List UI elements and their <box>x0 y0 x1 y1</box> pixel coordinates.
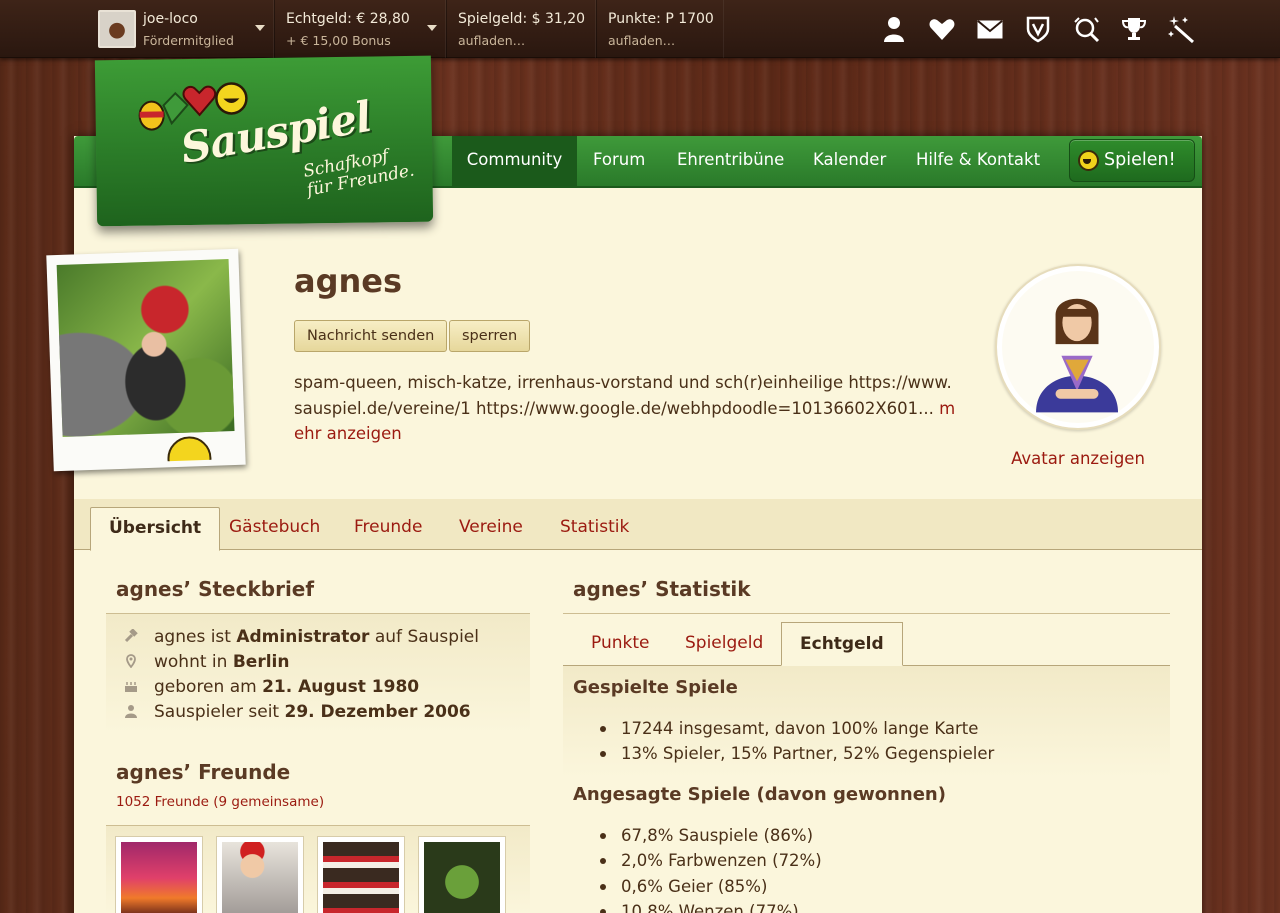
friend-thumb[interactable] <box>317 836 405 913</box>
info-member-pre: Sauspieler seit <box>154 702 285 722</box>
vip-badge-icon[interactable] <box>1014 6 1062 52</box>
punkte-topup-link[interactable]: aufladen… <box>608 33 675 48</box>
magic-wand-icon[interactable] <box>1158 6 1206 52</box>
spielgeld-menu[interactable]: Spielgeld: $ 31,20 aufladen… <box>446 0 596 58</box>
logo-subtitle: Schafkopf für Freunde. <box>302 143 416 200</box>
spielgeld-topup-link[interactable]: aufladen… <box>458 33 525 48</box>
play-button[interactable]: Spielen! <box>1069 139 1195 182</box>
info-location-pre: wohnt in <box>154 652 233 672</box>
user-status: Fördermitglied <box>143 33 234 48</box>
profile-photo[interactable] <box>46 248 246 472</box>
info-role-pre: agnes ist <box>154 627 237 647</box>
list-item: 67,8% Sauspiele (86%) <box>573 823 822 848</box>
announced-list: 67,8% Sauspiele (86%) 2,0% Farbwenzen (7… <box>573 823 822 913</box>
spielgeld-balance: Spielgeld: $ 31,20 <box>458 11 586 27</box>
tab-uebersicht[interactable]: Übersicht <box>90 507 221 551</box>
search-glass-icon[interactable] <box>1062 6 1110 52</box>
friend-thumb-image <box>424 842 500 913</box>
nav-hilfe-kontakt[interactable]: Hilfe & Kontakt <box>901 136 1055 186</box>
bio-line1: spam-queen, misch-katze, irrenhaus-vorst… <box>294 373 952 392</box>
bio-more-link-cont[interactable]: ehr anzeigen <box>294 424 402 443</box>
tab-statistik[interactable]: Statistik <box>542 507 647 550</box>
bio-line2: sauspiel.de/vereine/1 https://www.google… <box>294 398 934 418</box>
info-row-location: wohnt in Berlin <box>124 652 289 676</box>
profile-username: agnes <box>294 262 403 300</box>
info-row-member-since: Sauspieler seit 29. Dezember 2006 <box>124 702 471 726</box>
friends-title: agnes’ Freunde <box>116 760 291 784</box>
info-location-bold: Berlin <box>232 652 290 672</box>
location-pin-icon <box>126 654 136 668</box>
statistik-title: agnes’ Statistik <box>573 577 751 601</box>
avatar-image[interactable] <box>995 264 1161 430</box>
gavel-icon <box>124 629 138 643</box>
profile-photo-image <box>56 259 235 437</box>
nav-community[interactable]: Community <box>452 136 577 186</box>
avatar-figure <box>1036 298 1119 413</box>
chevron-down-icon[interactable] <box>427 25 437 31</box>
user-menu[interactable]: joe-loco Fördermitglied <box>84 0 274 58</box>
send-message-button[interactable]: Nachricht senden <box>294 320 448 352</box>
tab-gaestebuch[interactable]: Gästebuch <box>211 507 338 550</box>
top-icon-bar <box>870 6 1206 52</box>
list-item: 13% Spieler, 15% Partner, 52% Gegenspiel… <box>573 741 994 766</box>
subtab-echtgeld[interactable]: Echtgeld <box>781 622 903 666</box>
nav-forum[interactable]: Forum <box>578 136 660 186</box>
echtgeld-balance: Echtgeld: € 28,80 <box>286 11 410 27</box>
info-birthday-bold: 21. August 1980 <box>262 677 420 697</box>
block-button[interactable]: sperren <box>449 320 531 352</box>
subtab-punkte[interactable]: Punkte <box>573 622 667 666</box>
divider <box>563 613 1170 614</box>
friend-thumb[interactable] <box>216 836 304 913</box>
info-row-role: agnes ist Administrator auf Sauspiel <box>124 627 479 651</box>
bio-more-link[interactable]: m <box>934 399 955 418</box>
person-icon <box>125 705 137 718</box>
show-avatar-link[interactable]: Avatar anzeigen <box>995 449 1161 468</box>
info-birthday-pre: geboren am <box>154 677 263 697</box>
sauspiel-logo[interactable]: Sauspiel Schafkopf für Freunde. <box>94 55 434 227</box>
friend-thumb-image <box>222 842 298 913</box>
trophy-icon[interactable] <box>1110 6 1158 52</box>
info-member-bold: 29. Dezember 2006 <box>284 702 471 722</box>
echtgeld-menu[interactable]: Echtgeld: € 28,80 + € 15,00 Bonus <box>274 0 446 58</box>
friend-thumb[interactable] <box>115 836 203 913</box>
top-bar: joe-loco Fördermitglied Echtgeld: € 28,8… <box>0 0 1280 58</box>
info-row-birthday: geboren am 21. August 1980 <box>124 677 419 701</box>
nav-ehrentribuene[interactable]: Ehrentribüne <box>662 136 799 186</box>
play-button-label: Spielen! <box>1104 150 1176 170</box>
played-heading: Gespielte Spiele <box>573 677 738 698</box>
profile-bio: spam-queen, misch-katze, irrenhaus-vorst… <box>294 370 970 447</box>
smiley-icon <box>1078 150 1099 171</box>
user-name: joe-loco <box>143 11 198 27</box>
echtgeld-bonus: + € 15,00 Bonus <box>286 33 391 48</box>
tab-vereine[interactable]: Vereine <box>441 507 541 550</box>
mail-icon[interactable] <box>966 6 1014 52</box>
info-role-bold: Administrator <box>236 627 370 647</box>
friends-count-link[interactable]: 1052 Freunde (9 gemeinsame) <box>116 794 324 810</box>
list-item: 17244 insgesamt, davon 100% lange Karte <box>573 716 994 741</box>
steckbrief-title: agnes’ Steckbrief <box>116 577 315 601</box>
friend-thumb-image <box>121 842 197 913</box>
chevron-down-icon[interactable] <box>255 25 265 31</box>
played-list: 17244 insgesamt, davon 100% lange Karte … <box>573 716 994 767</box>
punkte-menu[interactable]: Punkte: P 1700 aufladen… <box>596 0 724 58</box>
heart-icon[interactable] <box>918 6 966 52</box>
list-item: 2,0% Farbwenzen (72%) <box>573 848 822 873</box>
friend-thumb[interactable] <box>418 836 506 913</box>
birthday-cake-icon <box>125 682 137 692</box>
friend-thumb-image <box>323 842 399 913</box>
user-avatar[interactable] <box>98 10 136 48</box>
announced-heading: Angesagte Spiele (davon gewonnen) <box>573 784 946 805</box>
info-role-post: auf Sauspiel <box>369 627 479 647</box>
list-item: 0,6% Geier (85%) <box>573 874 822 899</box>
punkte-balance: Punkte: P 1700 <box>608 11 714 27</box>
subtab-spielgeld[interactable]: Spielgeld <box>667 622 781 666</box>
profile-icon[interactable] <box>870 6 918 52</box>
list-item: 10,8% Wenzen (77%) <box>573 899 822 913</box>
nav-kalender[interactable]: Kalender <box>798 136 901 186</box>
tab-freunde[interactable]: Freunde <box>336 507 440 550</box>
